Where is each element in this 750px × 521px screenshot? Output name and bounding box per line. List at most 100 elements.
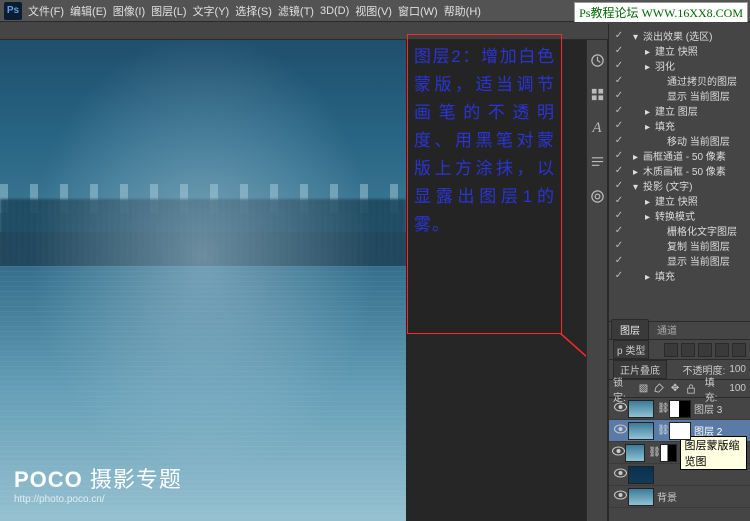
visibility-eye-icon[interactable] — [612, 490, 628, 503]
layer-thumb[interactable] — [628, 400, 654, 418]
filter-pixel-icon[interactable] — [664, 343, 678, 357]
action-enabled-check[interactable]: ✓ — [611, 225, 627, 236]
layer-mask-thumb[interactable] — [660, 444, 677, 462]
layer-mask-thumb[interactable] — [669, 422, 691, 440]
layer-row[interactable]: ⛓ 图层 3 — [609, 398, 750, 420]
menu-filter[interactable]: 滤镜(T) — [278, 3, 314, 19]
action-enabled-check[interactable]: ✓ — [611, 180, 627, 191]
menu-layer[interactable]: 图层(L) — [151, 3, 186, 19]
action-enabled-check[interactable]: ✓ — [611, 150, 627, 161]
action-enabled-check[interactable]: ✓ — [611, 195, 627, 206]
visibility-eye-icon[interactable] — [612, 446, 625, 459]
layer-row[interactable]: 背景 — [609, 486, 750, 508]
layer-thumb[interactable] — [625, 444, 645, 462]
document-canvas[interactable]: POCO 摄影专题 http://photo.poco.cn/ — [0, 40, 406, 521]
menu-3d[interactable]: 3D(D) — [320, 5, 349, 17]
fill-label: 填充: — [705, 374, 726, 404]
layer-name[interactable]: 图层 3 — [694, 401, 722, 416]
visibility-eye-icon[interactable] — [612, 424, 628, 437]
collapsed-panel-dock: A — [586, 40, 608, 521]
layer-row[interactable]: ⛓图层蒙版缩览图 — [609, 442, 750, 464]
layer-kind-select[interactable]: p 类型 — [613, 340, 649, 359]
filter-adjust-icon[interactable] — [681, 343, 695, 357]
action-row[interactable]: ✓显示 当前图层 — [611, 88, 748, 103]
filter-type-icon[interactable] — [698, 343, 712, 357]
action-enabled-check[interactable]: ✓ — [611, 255, 627, 266]
opacity-value[interactable]: 100 — [729, 364, 746, 375]
actions-panel[interactable]: ✓▾淡出效果 (选区)✓▸建立 快照✓▸羽化✓通过拷贝的图层✓显示 当前图层✓▸… — [609, 24, 750, 324]
menu-select[interactable]: 选择(S) — [235, 3, 272, 19]
lock-transparency-icon[interactable]: ▧ — [638, 382, 650, 395]
character-panel-icon[interactable]: A — [589, 120, 605, 136]
panel-tabs: 图层 通道 — [609, 322, 750, 340]
visibility-eye-icon[interactable] — [612, 402, 628, 415]
lock-pixels-icon[interactable] — [653, 382, 665, 395]
history-panel-icon[interactable] — [589, 52, 605, 68]
action-row[interactable]: ✓▸画框通道 - 50 像素 — [611, 148, 748, 163]
action-enabled-check[interactable]: ✓ — [611, 270, 627, 281]
link-icon[interactable]: ⛓ — [657, 403, 667, 414]
action-row[interactable]: ✓复制 当前图层 — [611, 238, 748, 253]
menu-edit[interactable]: 编辑(E) — [70, 3, 107, 19]
action-enabled-check[interactable]: ✓ — [611, 240, 627, 251]
layer-thumb[interactable] — [628, 422, 654, 440]
filter-smart-icon[interactable] — [732, 343, 746, 357]
action-row[interactable]: ✓▸木质画框 - 50 像素 — [611, 163, 748, 178]
action-enabled-check[interactable]: ✓ — [611, 105, 627, 116]
lock-fill-bar: 锁定: ▧ ✥ 填充: 100 — [609, 380, 750, 398]
action-row[interactable]: ✓▸填充 — [611, 268, 748, 283]
layers-panel: 图层 通道 p 类型 正片叠底 不透明度: 100 锁定: ▧ ✥ — [609, 321, 750, 521]
mask-tooltip: 图层蒙版缩览图 — [680, 436, 747, 470]
action-enabled-check[interactable]: ✓ — [611, 90, 627, 101]
action-row[interactable]: ✓▸建立 快照 — [611, 193, 748, 208]
action-enabled-check[interactable]: ✓ — [611, 120, 627, 131]
action-enabled-check[interactable]: ✓ — [611, 30, 627, 41]
link-icon[interactable]: ⛓ — [657, 425, 667, 436]
right-panel-dock: ✓▾淡出效果 (选区)✓▸建立 快照✓▸羽化✓通过拷贝的图层✓显示 当前图层✓▸… — [608, 24, 750, 521]
fill-value[interactable]: 100 — [729, 383, 746, 394]
action-row[interactable]: ✓▾投影 (文字) — [611, 178, 748, 193]
menu-window[interactable]: 窗口(W) — [398, 3, 438, 19]
swatches-panel-icon[interactable] — [589, 86, 605, 102]
annotation-callout: 图层2：增加白色蒙版，适当调节画笔的不透明度、用黑笔对蒙版上方涂抹，以显露出图层… — [407, 34, 562, 334]
action-row[interactable]: ✓▸建立 快照 — [611, 43, 748, 58]
image-trees — [0, 199, 406, 276]
action-row[interactable]: ✓栅格化文字图层 — [611, 223, 748, 238]
link-icon[interactable]: ⛓ — [648, 447, 658, 458]
lock-position-icon[interactable]: ✥ — [669, 382, 681, 395]
menu-help[interactable]: 帮助(H) — [444, 3, 481, 19]
action-row[interactable]: ✓移动 当前图层 — [611, 133, 748, 148]
action-row[interactable]: ✓▸建立 图层 — [611, 103, 748, 118]
layer-name[interactable]: 背景 — [657, 489, 677, 504]
layer-thumb[interactable] — [628, 488, 654, 506]
tab-channels[interactable]: 通道 — [649, 320, 685, 339]
menu-image[interactable]: 图像(I) — [113, 3, 145, 19]
menu-view[interactable]: 视图(V) — [355, 3, 392, 19]
filter-shape-icon[interactable] — [715, 343, 729, 357]
watermark-bottom-left: POCO 摄影专题 http://photo.poco.cn/ — [14, 462, 182, 505]
tab-layers[interactable]: 图层 — [611, 319, 649, 339]
action-row[interactable]: ✓▸羽化 — [611, 58, 748, 73]
visibility-eye-icon[interactable] — [612, 468, 628, 481]
watermark-top: Ps教程论坛 WWW.16XX8.COM — [574, 2, 748, 23]
menu-file[interactable]: 文件(F) — [28, 3, 64, 19]
action-enabled-check[interactable]: ✓ — [611, 135, 627, 146]
paragraph-panel-icon[interactable] — [589, 154, 605, 170]
action-row[interactable]: ✓▸转换模式 — [611, 208, 748, 223]
cc-libraries-icon[interactable] — [589, 188, 605, 204]
menu-type[interactable]: 文字(Y) — [193, 3, 230, 19]
action-enabled-check[interactable]: ✓ — [611, 75, 627, 86]
lock-all-icon[interactable] — [685, 382, 697, 395]
action-enabled-check[interactable]: ✓ — [611, 165, 627, 176]
action-row[interactable]: ✓通过拷贝的图层 — [611, 73, 748, 88]
layer-filter-bar: p 类型 — [609, 340, 750, 360]
action-enabled-check[interactable]: ✓ — [611, 60, 627, 71]
action-enabled-check[interactable]: ✓ — [611, 210, 627, 221]
action-row[interactable]: ✓▾淡出效果 (选区) — [611, 28, 748, 43]
layer-list[interactable]: ⛓图层 3⛓图层 2⛓图层蒙版缩览图背景 — [609, 398, 750, 508]
layer-thumb[interactable] — [628, 466, 654, 484]
layer-mask-thumb[interactable] — [669, 400, 691, 418]
action-row[interactable]: ✓▸填充 — [611, 118, 748, 133]
action-row[interactable]: ✓显示 当前图层 — [611, 253, 748, 268]
action-enabled-check[interactable]: ✓ — [611, 45, 627, 56]
